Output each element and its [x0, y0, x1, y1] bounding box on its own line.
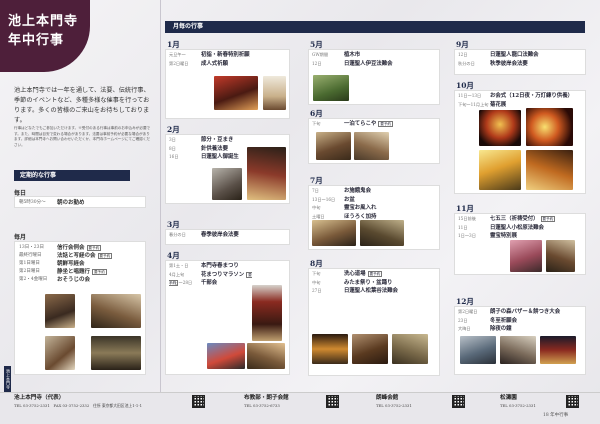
event-entry: 11日 日蓮聖人小松原法難会 — [458, 224, 544, 231]
event-entry: 第1土・日 本門寺春まつり — [169, 263, 239, 269]
qr-code-icon[interactable] — [566, 395, 579, 408]
photo-setsubun — [212, 168, 242, 200]
photo-plant-market — [313, 75, 349, 101]
list-item: 第2日曜日 静坐と唱題行 要予約 — [19, 269, 107, 275]
list-item: 朝5時30分〜 朝のお勤め — [19, 200, 85, 206]
reservation-badge: 要予約 — [86, 245, 102, 251]
event-entry: 23日 冬至祈願会 — [458, 317, 517, 324]
footer-org-shotoen: 松濤園 TEL 03-3752-2331 — [500, 395, 536, 408]
daily-box: 朝5時30分〜 朝のお勤め — [14, 196, 146, 208]
event-entry: 11日〜13日 お会式（12日夜・万灯練り供養） — [458, 93, 573, 99]
photo-treasure — [546, 240, 575, 272]
reservation-badge: 要予約 — [540, 216, 556, 222]
event-entry: 第2日曜日 成人式祈願 — [169, 60, 228, 67]
event-entry: 15日前後 七五三（祈祷受付） 要予約 — [458, 216, 556, 222]
column-divider — [160, 0, 161, 424]
page-number: 18 年中行事 — [543, 413, 569, 418]
event-entry: 1日〜3日 霊宝特別展 — [458, 233, 517, 239]
event-entry: 下旬 一泊てらこや 要予約 — [312, 121, 394, 127]
photo-training-dojo — [352, 334, 388, 364]
photo-chrysanthemum — [479, 150, 521, 190]
event-entry: GW期間 植木市 — [312, 52, 361, 58]
reservation-badge: 要予約 — [97, 253, 113, 259]
reservation-badge: 要予約 — [92, 269, 107, 275]
photo-temple-school-2 — [354, 132, 389, 160]
page-side-tab: 池上本門寺 — [4, 366, 11, 392]
event-entry: 12日 日蓮聖人龍口法難会 — [458, 52, 539, 58]
event-entry: 下旬 洗心道場 要予約 — [312, 271, 383, 277]
qr-code-icon[interactable] — [452, 395, 465, 408]
photo-obon — [312, 220, 356, 246]
regular-events-heading: 定期的な行事 — [14, 170, 130, 181]
event-entry: 8日 針供養法要 — [169, 145, 228, 152]
photo-horoku — [360, 220, 404, 246]
intro-text: 池上本門寺では一年を通して、法要、伝統行事、季節のイベントなど、多種多様な催事を… — [14, 87, 150, 124]
event-entry: 16日 日蓮聖人御誕生 — [169, 154, 239, 160]
photo-pagoda — [252, 285, 282, 341]
photo-oeshiki-night — [479, 110, 521, 146]
photo-bon-dance — [312, 334, 348, 364]
event-entry: 秋分の日 秋季彼岸会法要 — [458, 60, 528, 67]
reservation-badge: 要予約 — [367, 271, 383, 277]
event-entry: 27日 日蓮聖人松葉谷法難会 — [312, 288, 398, 294]
event-entry: 27日〜28日 千部会 — [169, 280, 218, 286]
intro-note: 行事はどなたでもご参加いただけます。※受付のある行事は事前のお申込みが必要です。… — [14, 126, 151, 147]
photo-sutra-copying — [45, 294, 75, 328]
event-entry: 13日〜16日 お盆 — [312, 196, 355, 203]
list-item: 第2・4金曜日 おそうじの会 — [19, 277, 91, 283]
list-item: 13日・23日 信行会例会 要予約 — [19, 245, 102, 251]
photo-shichigosan — [510, 240, 542, 272]
event-entry: 春分の日 春季彼岸会法要 — [169, 232, 239, 238]
photo-bell — [540, 336, 576, 364]
photo-matsubagayatsu — [392, 334, 428, 364]
qr-code-icon[interactable] — [326, 395, 339, 408]
monthly-box: 13日・23日 信行会例会 要予約最終行曜日 法話と写経の会 要予約 第1日曜日 朝鮮写経会… — [14, 241, 146, 375]
event-entry: 元旦午〜 初詣・新春特別祈願 — [169, 52, 250, 58]
title-line-1: 池上本門寺 — [8, 14, 79, 29]
photo-meditation — [45, 336, 75, 370]
reservation-badge: 要予約 — [378, 121, 394, 127]
event-entry: 12日 日蓮聖人伊豆法難会 — [312, 60, 393, 67]
list-item: 最終行曜日 法話と写経の会 要予約 — [19, 253, 113, 259]
footer-org-main: 池上本門寺（代表） TEL 03-3752-2331 FAX 03-3752-2… — [14, 395, 143, 408]
photo-temple-school-1 — [316, 132, 351, 160]
photo-spring-festival — [207, 343, 245, 369]
photo-coming-of-age — [263, 76, 286, 110]
photo-new-year — [214, 76, 258, 110]
photo-senbue — [247, 343, 285, 369]
event-entry: 大晦日 除夜の鐘 — [458, 326, 512, 332]
title-line-2: 年中行事 — [8, 33, 65, 48]
qr-code-icon[interactable] — [192, 395, 205, 408]
monthly-label: 毎月 — [14, 234, 27, 241]
event-entry: 7日 お施餓鬼会 — [312, 188, 371, 194]
list-item: 第1日曜日 朝鮮写経会 — [19, 261, 85, 267]
photo-needle-memorial — [247, 147, 286, 200]
event-entry: 中旬 みたま祭り・盆踊り — [312, 279, 393, 286]
photo-winter-solstice — [500, 336, 536, 364]
event-entry: 第2日曜日 朗子の森バザー＆餅つき大会 — [458, 309, 561, 315]
event-entry: 中旬 霊宝お風入れ — [312, 205, 377, 211]
photo-cleaning — [91, 336, 141, 370]
photo-mando-lanterns — [526, 108, 573, 146]
footer-org-rohou: 朗峰会館 TEL 03-3752-2331 — [376, 395, 412, 408]
photo-lecture-hall — [91, 294, 141, 328]
footer-org-fukyo: 布教部・朗子会館 TEL 03-3752-6733 — [244, 395, 289, 408]
event-entry: 3日 節分・豆まき — [169, 137, 234, 143]
monthly-events-heading: 月毎の行事 — [165, 21, 585, 33]
photo-bazaar — [460, 336, 496, 364]
photo-procession — [526, 150, 573, 190]
